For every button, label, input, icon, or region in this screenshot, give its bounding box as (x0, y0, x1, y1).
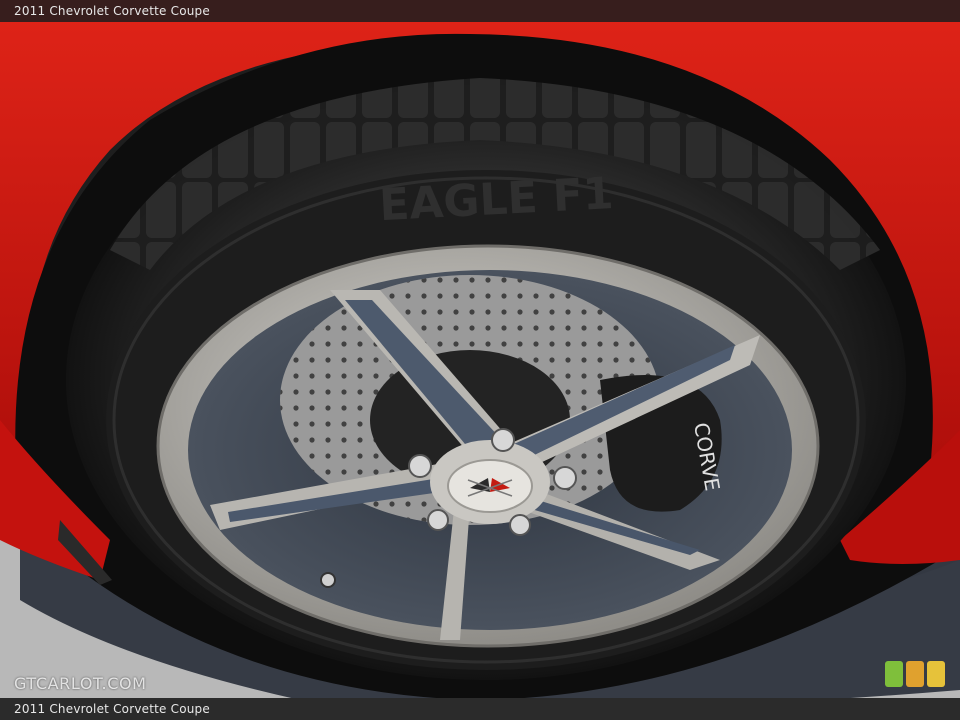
valve-stem (320, 572, 336, 588)
three-color-bars-icon (885, 661, 945, 687)
photo-frame: EAGLE F1 CORVE 2011 Chevrolet Corvette C… (0, 0, 960, 720)
site-watermark: GTCARLOT.COM (14, 674, 147, 693)
corvette-wheel-photo: EAGLE F1 CORVE (0, 0, 960, 720)
corvette-emblem (447, 459, 533, 513)
photo-caption-top: 2011 Chevrolet Corvette Coupe (0, 0, 960, 22)
photo-caption-bottom: 2011 Chevrolet Corvette Coupe (0, 698, 960, 720)
